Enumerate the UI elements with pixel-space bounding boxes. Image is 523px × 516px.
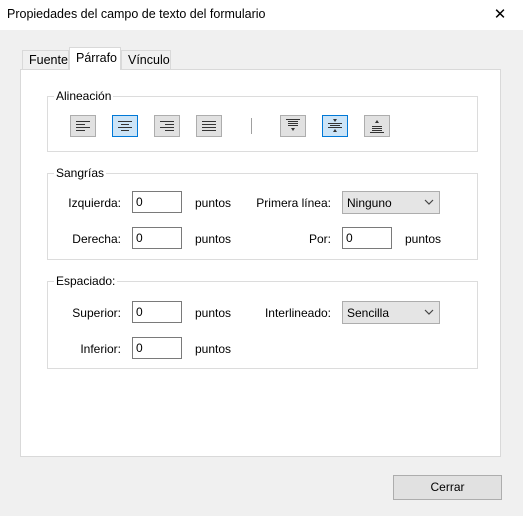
line-spacing-label: Interlineado: [264,306,331,320]
left-indent-input[interactable] [132,191,182,213]
align-right-icon [160,121,174,131]
indents-label: Sangrías [54,166,107,180]
line-spacing-value: Sencilla [347,306,390,320]
alignment-divider [251,118,252,134]
tab-label: Fuente [29,53,68,67]
right-indent-input[interactable] [132,227,182,249]
align-top-icon [286,119,300,131]
bottom-spacing-input[interactable] [132,337,182,359]
dialog-window: Propiedades del campo de texto del formu… [0,0,523,516]
alignment-group: Alineación [47,89,478,152]
align-center-button[interactable] [112,115,138,137]
top-spacing-unit: puntos [195,306,232,320]
by-input[interactable] [342,227,392,249]
first-line-label: Primera línea: [256,196,331,210]
top-spacing-input[interactable] [132,301,182,323]
first-line-select[interactable]: Ninguno [342,191,440,214]
line-spacing-select[interactable]: Sencilla [342,301,440,324]
tab-label: Vínculo [128,53,170,67]
tab-fuente[interactable]: Fuente [22,50,69,69]
by-unit: puntos [405,232,442,246]
align-right-button[interactable] [154,115,180,137]
by-label: Por: [308,232,331,246]
top-spacing-label: Superior: [72,306,121,320]
close-icon: ✕ [493,6,507,23]
tab-vinculo[interactable]: Vínculo [121,50,171,69]
window-title: Propiedades del campo de texto del formu… [7,7,266,21]
chevron-down-icon [424,199,434,205]
align-middle-button[interactable] [322,115,348,137]
align-bottom-button[interactable] [364,115,390,137]
indents-group: Sangrías Izquierda: puntos Primera línea… [47,166,478,260]
spacing-label: Espaciado: [54,274,118,288]
title-bar: Propiedades del campo de texto del formu… [0,0,523,30]
align-middle-icon [328,119,342,132]
alignment-label: Alineación [54,89,114,103]
left-indent-label: Izquierda: [68,196,121,210]
first-line-value: Ninguno [347,196,392,210]
align-left-icon [76,121,90,131]
close-button[interactable]: Cerrar [393,475,502,500]
tab-label: Párrafo [76,51,117,65]
align-center-icon [118,121,132,131]
left-indent-unit: puntos [195,196,232,210]
align-justify-icon [202,121,216,131]
align-left-button[interactable] [70,115,96,137]
align-bottom-icon [370,120,384,133]
paragraph-panel: Alineación Sangrías Izquierda: 0 puntos … [20,69,501,457]
bottom-spacing-unit: puntos [195,342,232,356]
chevron-down-icon [424,309,434,315]
right-indent-label: Derecha: [72,232,121,246]
align-justify-button[interactable] [196,115,222,137]
close-window-button[interactable]: ✕ [477,0,523,30]
tab-parrafo[interactable]: Párrafo [69,47,121,70]
bottom-spacing-label: Inferior: [80,342,121,356]
spacing-group: Espaciado: Superior: puntos Interlineado… [47,274,478,369]
right-indent-unit: puntos [195,232,232,246]
align-top-button[interactable] [280,115,306,137]
